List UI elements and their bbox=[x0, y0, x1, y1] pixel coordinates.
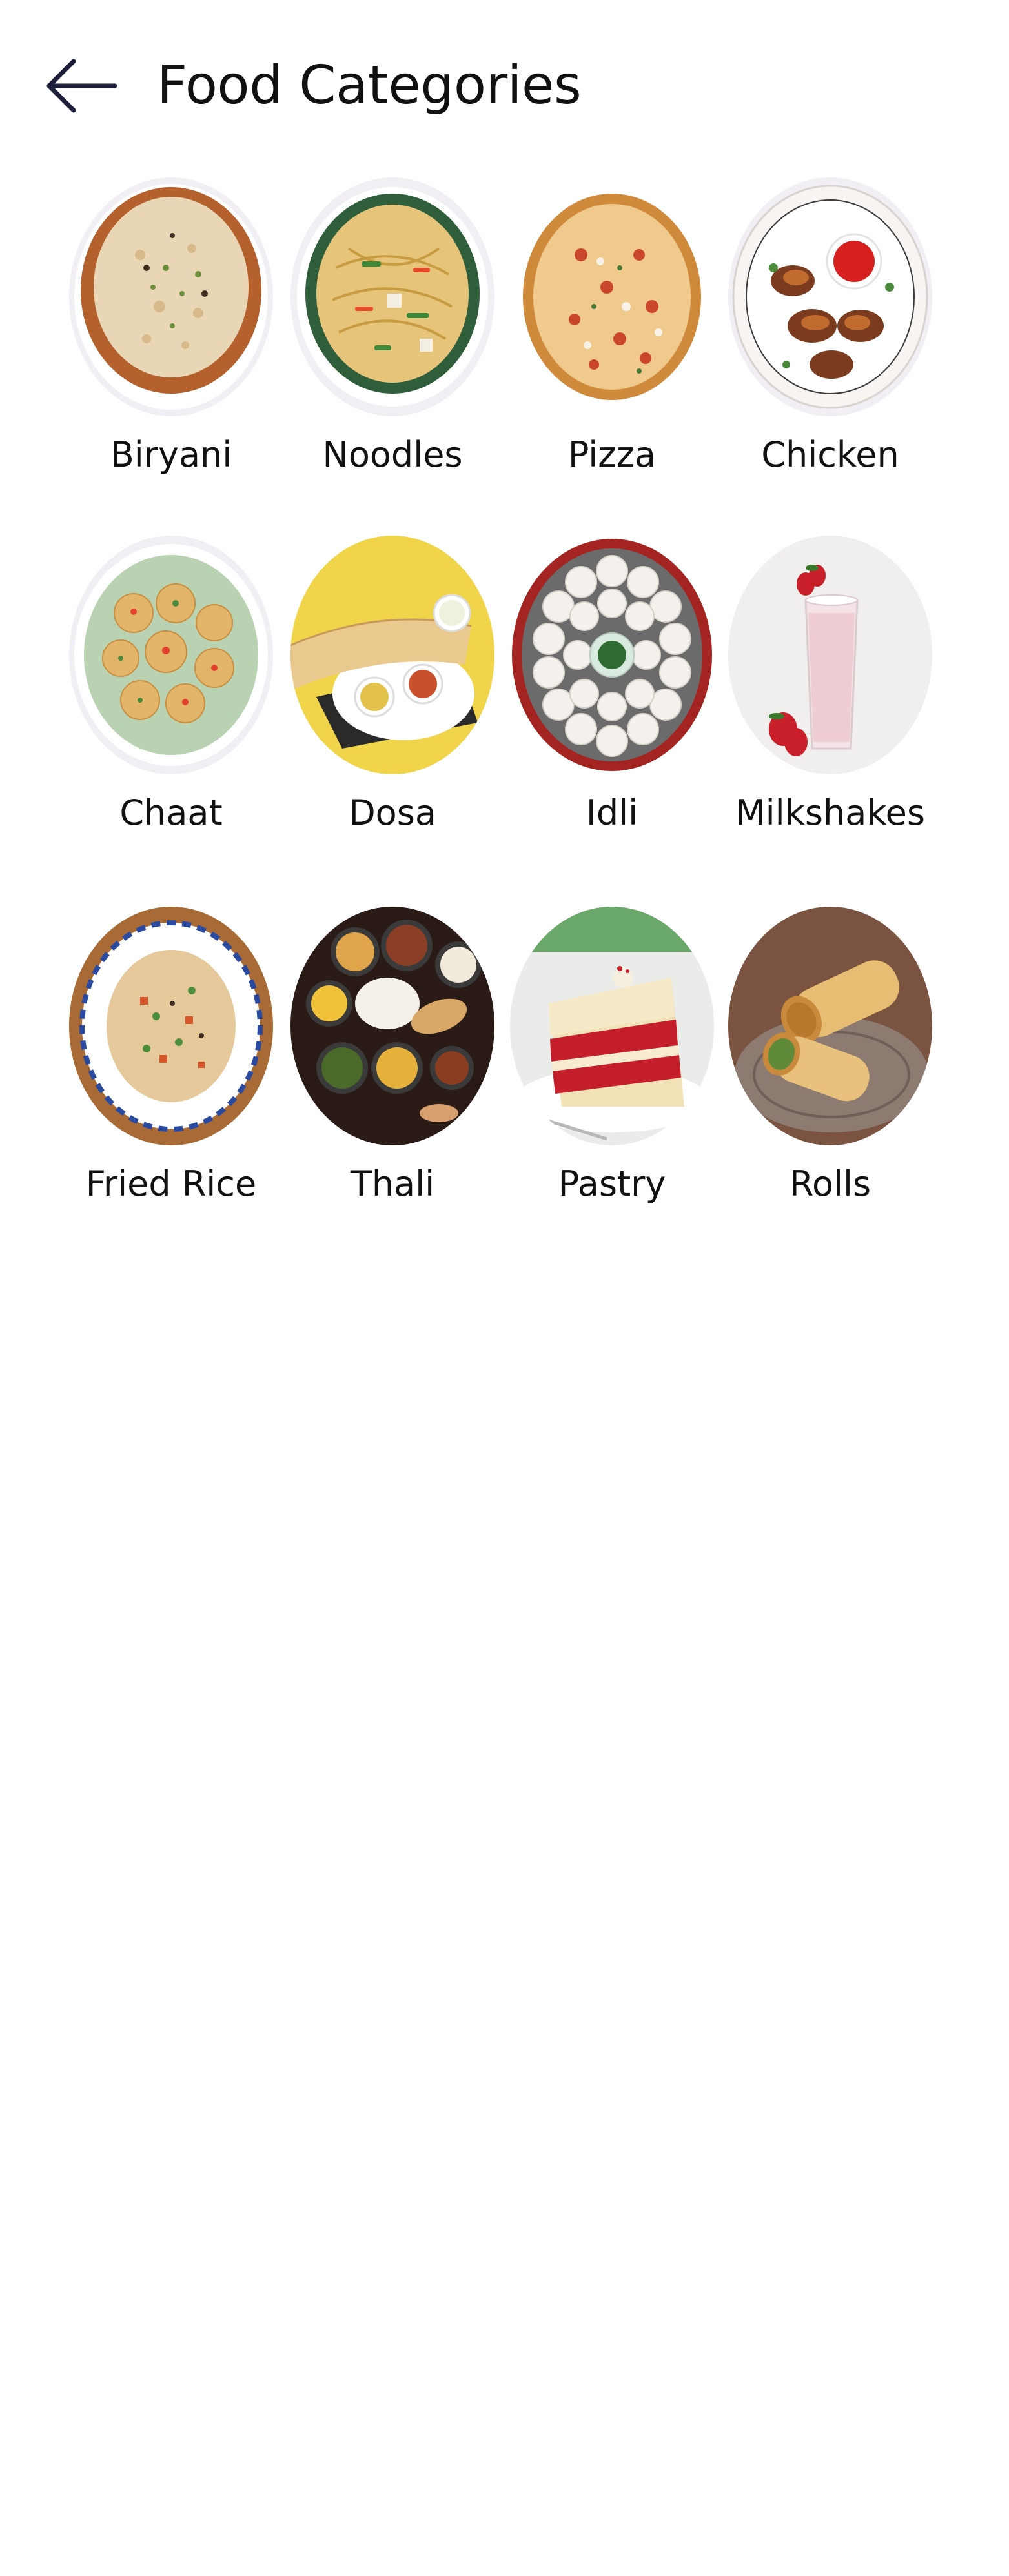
category-tile-biryani[interactable]: Biryani bbox=[65, 177, 278, 475]
noodles-image bbox=[290, 177, 494, 416]
category-tile-dosa[interactable]: Dosa bbox=[286, 536, 499, 833]
category-label: Rolls bbox=[789, 1163, 871, 1204]
category-tile-pizza[interactable]: Pizza bbox=[505, 177, 719, 475]
category-tile-idli[interactable]: Idli bbox=[505, 536, 719, 833]
thali-image bbox=[290, 907, 494, 1145]
category-tile-fried-rice[interactable]: Fried Rice bbox=[65, 907, 278, 1204]
fried-rice-image bbox=[69, 907, 273, 1145]
category-tile-rolls[interactable]: Rolls bbox=[724, 907, 937, 1204]
back-button[interactable] bbox=[40, 50, 123, 121]
category-label: Pizza bbox=[567, 434, 657, 475]
chaat-image bbox=[69, 536, 273, 774]
category-label: Pastry bbox=[558, 1163, 666, 1204]
category-tile-chaat[interactable]: Chaat bbox=[65, 536, 278, 833]
idli-image bbox=[510, 536, 714, 774]
app-header: Food Categories bbox=[0, 0, 1009, 168]
category-tile-milkshakes[interactable]: Milkshakes bbox=[724, 536, 937, 833]
category-label: Noodles bbox=[322, 434, 463, 475]
category-label: Thali bbox=[350, 1163, 435, 1204]
chicken-image bbox=[728, 177, 932, 416]
dosa-image bbox=[290, 536, 494, 774]
category-label: Milkshakes bbox=[735, 792, 926, 833]
page-title: Food Categories bbox=[157, 55, 582, 116]
category-label: Idli bbox=[586, 792, 638, 833]
category-tile-chicken[interactable]: Chicken bbox=[724, 177, 937, 475]
category-label: Fried Rice bbox=[85, 1163, 257, 1204]
category-tile-thali[interactable]: Thali bbox=[286, 907, 499, 1204]
category-label: Biryani bbox=[110, 434, 232, 475]
arrow-left-icon bbox=[46, 59, 117, 113]
category-label: Chicken bbox=[761, 434, 899, 475]
pastry-image bbox=[510, 907, 714, 1145]
milkshake-image bbox=[728, 536, 932, 774]
biryani-image bbox=[69, 177, 273, 416]
category-label: Chaat bbox=[119, 792, 223, 833]
category-tile-pastry[interactable]: Pastry bbox=[505, 907, 719, 1204]
rolls-image bbox=[728, 907, 932, 1145]
pizza-image bbox=[510, 177, 714, 416]
category-tile-noodles[interactable]: Noodles bbox=[286, 177, 499, 475]
category-label: Dosa bbox=[349, 792, 436, 833]
